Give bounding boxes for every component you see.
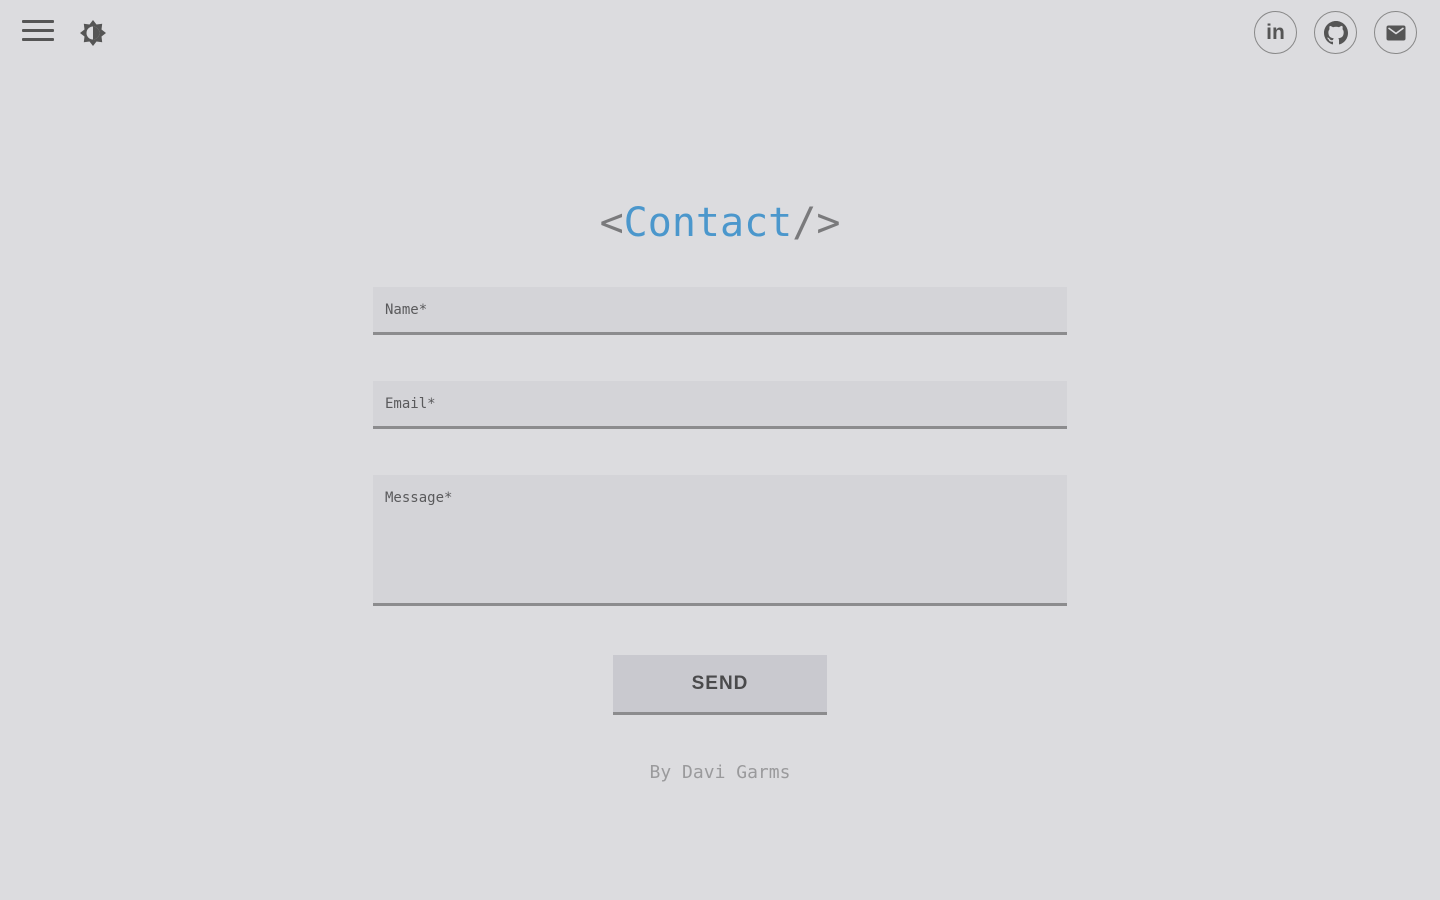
menu-button[interactable] (20, 18, 56, 46)
menu-bar (22, 38, 54, 41)
name-input[interactable] (373, 287, 1067, 335)
menu-bar (22, 29, 54, 32)
message-input[interactable] (373, 475, 1067, 606)
linkedin-icon: in (1266, 20, 1285, 44)
title-word: Contact (623, 200, 793, 246)
email-input[interactable] (373, 381, 1067, 429)
title-open-bracket: < (599, 200, 624, 246)
menu-bar (22, 20, 54, 23)
mail-icon (1386, 25, 1405, 40)
send-button[interactable]: SEND (613, 655, 827, 715)
github-icon (1323, 20, 1348, 44)
github-button[interactable] (1314, 11, 1357, 54)
page-title: <Contact/> (0, 198, 1440, 248)
linkedin-button[interactable]: in (1254, 11, 1297, 54)
theme-toggle-button[interactable] (78, 18, 108, 48)
brightness-contrast-icon (80, 20, 106, 46)
title-close-bracket: /> (792, 200, 841, 246)
mail-button[interactable] (1374, 11, 1417, 54)
footer-credit: By Davi Garms (649, 762, 791, 783)
